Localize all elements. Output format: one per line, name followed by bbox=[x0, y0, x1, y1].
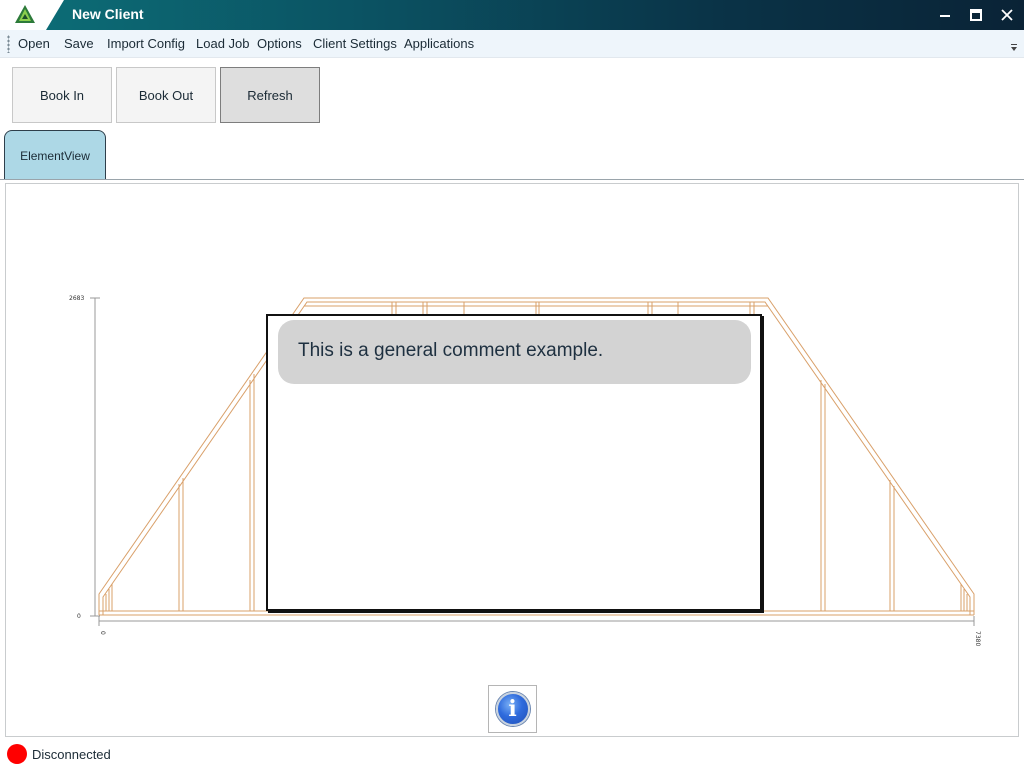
menu-grip-handle[interactable] bbox=[7, 35, 10, 53]
window-title: New Client bbox=[72, 6, 144, 22]
book-out-button[interactable]: Book Out bbox=[116, 67, 216, 123]
y-axis-top-label: 2683 bbox=[69, 295, 84, 302]
x-axis bbox=[98, 616, 975, 626]
tab-divider bbox=[0, 179, 1024, 180]
menu-load-job[interactable]: Load Job bbox=[196, 36, 250, 51]
minimize-icon bbox=[940, 15, 950, 17]
connection-status-icon bbox=[7, 744, 27, 764]
minimize-button[interactable] bbox=[930, 3, 960, 27]
y-axis bbox=[90, 297, 100, 617]
x-axis-right-label: 7380 bbox=[974, 631, 981, 646]
close-icon bbox=[1001, 9, 1013, 21]
status-bar: Disconnected bbox=[0, 740, 1024, 768]
menu-import-config[interactable]: Import Config bbox=[107, 36, 185, 51]
y-axis-bottom-label: 0 bbox=[77, 613, 81, 620]
title-bar: New Client bbox=[0, 0, 1024, 30]
app-icon-container bbox=[0, 0, 64, 30]
close-button[interactable] bbox=[992, 3, 1022, 27]
connection-status-text: Disconnected bbox=[32, 747, 111, 762]
maximize-button[interactable] bbox=[961, 3, 991, 27]
info-button[interactable]: i bbox=[488, 685, 537, 733]
menu-options[interactable]: Options bbox=[257, 36, 302, 51]
tab-elementview[interactable]: ElementView bbox=[4, 130, 106, 180]
menu-save[interactable]: Save bbox=[64, 36, 94, 51]
maximize-icon bbox=[970, 9, 982, 21]
menu-client-settings[interactable]: Client Settings bbox=[313, 36, 397, 51]
menu-applications[interactable]: Applications bbox=[404, 36, 474, 51]
comment-bubble: This is a general comment example. bbox=[278, 320, 751, 384]
menu-bar: Open Save Import Config Load Job Options… bbox=[0, 30, 1024, 58]
book-in-button[interactable]: Book In bbox=[12, 67, 112, 123]
overflow-chevron-icon[interactable] bbox=[1010, 44, 1018, 52]
refresh-button[interactable]: Refresh bbox=[220, 67, 320, 123]
comment-panel: This is a general comment example. bbox=[266, 314, 762, 611]
info-icon: i bbox=[495, 692, 530, 726]
truss-logo-icon bbox=[15, 5, 35, 23]
menu-open[interactable]: Open bbox=[18, 36, 50, 51]
x-axis-left-label: 0 bbox=[99, 631, 106, 635]
